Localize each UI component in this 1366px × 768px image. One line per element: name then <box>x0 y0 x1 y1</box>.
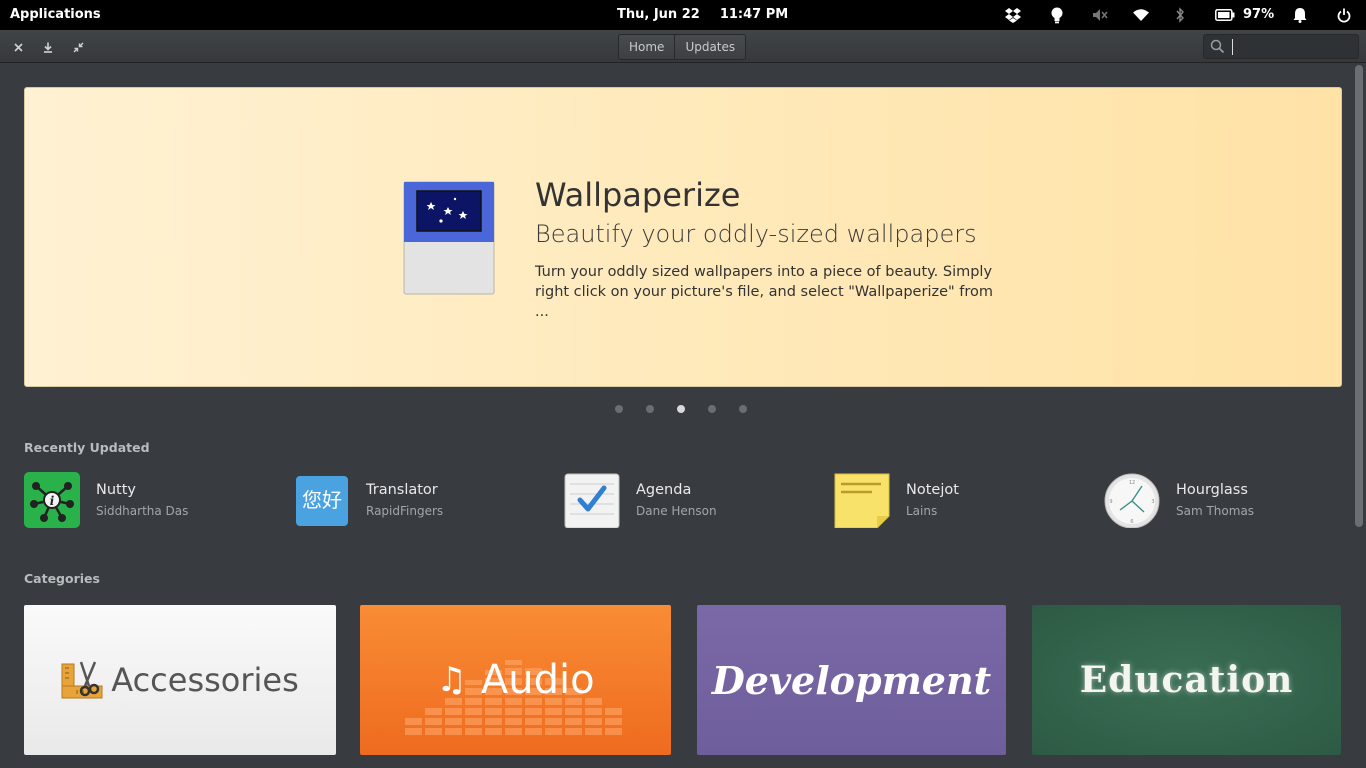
volume-muted-icon[interactable] <box>1090 4 1110 26</box>
app-author: Lains <box>906 504 938 518</box>
app-name: Translator <box>366 482 438 498</box>
categories-grid: Accessories ♫ Audio Development Educatio… <box>0 605 1366 755</box>
app-nutty[interactable]: i Nutty Siddhartha Das <box>24 470 274 528</box>
notification-bell-icon[interactable] <box>1291 4 1309 26</box>
search-field[interactable] <box>1203 34 1359 59</box>
category-label: Development <box>711 657 992 703</box>
search-icon <box>1210 39 1225 54</box>
battery-icon[interactable] <box>1214 4 1236 26</box>
accessories-icon <box>61 661 103 699</box>
banner-pager <box>615 405 747 413</box>
nutty-app-icon: i <box>24 472 80 528</box>
translator-glyph: 您好 <box>302 488 342 512</box>
pager-dot-active[interactable] <box>677 405 685 413</box>
dropbox-icon[interactable] <box>1003 4 1023 26</box>
wifi-icon[interactable] <box>1131 4 1151 26</box>
featured-banner[interactable]: Wallpaperize Beautify your oddly-sized w… <box>24 87 1342 387</box>
download-icon <box>44 42 52 53</box>
app-author: Siddhartha Das <box>96 504 189 518</box>
category-education[interactable]: Education <box>1032 605 1341 755</box>
music-note-icon: ♫ <box>436 660 467 700</box>
banner-title: Wallpaperize <box>535 176 741 214</box>
svg-text:i: i <box>50 494 55 508</box>
battery-percent: 97% <box>1243 7 1275 22</box>
app-name: Agenda <box>636 482 692 498</box>
svg-text:6: 6 <box>1130 519 1133 525</box>
lightbulb-icon[interactable] <box>1047 4 1067 26</box>
applications-menu[interactable]: Applications <box>10 7 101 22</box>
recently-updated-heading: Recently Updated <box>24 440 150 455</box>
unmaximize-icon <box>73 42 83 52</box>
category-label: Audio <box>480 657 595 703</box>
time-label: 11:47 PM <box>719 7 789 22</box>
tab-home[interactable]: Home <box>619 35 674 59</box>
pager-dot[interactable] <box>646 405 654 413</box>
app-agenda[interactable]: Agenda Dane Henson <box>564 470 814 528</box>
category-label: Education <box>1079 659 1294 701</box>
wallpaperize-app-icon <box>403 181 495 295</box>
translator-app-icon: 您好 <box>296 476 348 526</box>
top-panel: Applications Thu, Jun 22 11:47 PM 97% <box>0 0 1366 30</box>
svg-text:9: 9 <box>1109 499 1112 505</box>
search-input[interactable] <box>1230 35 1356 58</box>
app-hourglass[interactable]: 12 3 6 9 Hourglass Sam Thomas <box>1104 470 1354 528</box>
clock-app-icon: 12 3 6 9 <box>1104 473 1160 528</box>
app-author: Dane Henson <box>636 504 717 518</box>
category-audio[interactable]: ♫ Audio <box>360 605 671 755</box>
recently-updated-list: i Nutty Siddhartha Das 您好 Translator Rap… <box>0 470 1366 530</box>
power-icon[interactable] <box>1335 4 1353 26</box>
date-label: Thu, Jun 22 <box>617 7 700 22</box>
app-author: RapidFingers <box>366 504 444 518</box>
close-icon <box>13 42 23 52</box>
app-notejot[interactable]: Notejot Lains <box>834 470 1084 528</box>
bluetooth-icon[interactable] <box>1172 4 1188 26</box>
download-button[interactable] <box>39 38 57 56</box>
app-author: Sam Thomas <box>1176 504 1255 518</box>
app-name: Nutty <box>96 482 136 498</box>
svg-text:3: 3 <box>1151 499 1154 505</box>
close-button[interactable] <box>9 38 27 56</box>
tab-updates[interactable]: Updates <box>674 35 745 59</box>
pager-dot[interactable] <box>615 405 623 413</box>
datetime-indicator[interactable]: Thu, Jun 22 11:47 PM <box>617 7 808 22</box>
app-name: Hourglass <box>1176 482 1248 498</box>
view-switcher: Home Updates <box>618 34 747 60</box>
scrollbar[interactable] <box>1355 65 1363 527</box>
header-bar: Home Updates <box>0 30 1366 63</box>
svg-text:12: 12 <box>1129 480 1135 486</box>
app-translator[interactable]: 您好 Translator RapidFingers <box>294 470 544 528</box>
banner-subtitle: Beautify your oddly-sized wallpapers <box>535 220 977 248</box>
app-name: Notejot <box>906 482 959 498</box>
category-label: Accessories <box>111 661 299 699</box>
agenda-app-icon <box>564 473 620 528</box>
unmaximize-button[interactable] <box>69 38 87 56</box>
category-development[interactable]: Development <box>697 605 1006 755</box>
pager-dot[interactable] <box>708 405 716 413</box>
categories-heading: Categories <box>24 571 100 586</box>
banner-description: Turn your oddly sized wallpapers into a … <box>535 264 994 320</box>
notejot-app-icon <box>834 473 890 528</box>
pager-dot[interactable] <box>739 405 747 413</box>
category-accessories[interactable]: Accessories <box>24 605 336 755</box>
